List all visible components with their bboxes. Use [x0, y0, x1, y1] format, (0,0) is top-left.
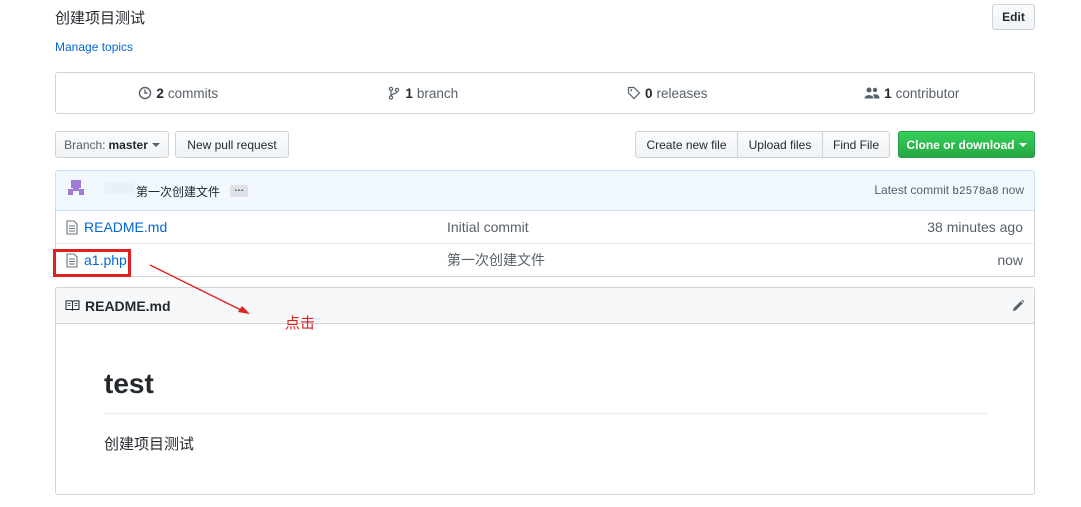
contributors-label: contributor [895, 85, 960, 101]
readme-header: README.md [56, 288, 1034, 324]
annotation-highlight-box [53, 249, 131, 277]
branches-link[interactable]: 1 branch [301, 73, 546, 113]
commits-label: commits [167, 85, 219, 101]
commit-expand-button[interactable]: … [230, 184, 248, 197]
commit-time: now [1001, 183, 1024, 197]
commit-message[interactable]: 第一次创建文件 [136, 183, 220, 200]
releases-link[interactable]: 0 releases [545, 73, 790, 113]
commit-sha-link[interactable]: b2578a8 [952, 186, 998, 198]
branch-prefix: Branch: [64, 137, 106, 152]
readme-heading: test [104, 368, 154, 399]
file-row: a1.php 第一次创建文件 now [56, 243, 1034, 276]
file-row: README.md Initial commit 38 minutes ago [56, 210, 1034, 243]
commits-link[interactable]: 2 commits [56, 73, 301, 113]
caret-down-icon [151, 142, 160, 147]
readme-body: 创建项目测试 [104, 436, 195, 453]
upload-files-button[interactable]: Upload files [737, 131, 823, 158]
file-commit-message[interactable]: Initial commit [447, 219, 529, 235]
file-age: now [997, 252, 1023, 268]
file-age: 38 minutes ago [927, 219, 1023, 235]
tag-icon [627, 86, 641, 100]
contributors-link[interactable]: 1 contributor [790, 73, 1035, 113]
history-icon [139, 86, 152, 100]
commit-author-blurred [104, 182, 134, 194]
heading-divider [104, 413, 988, 414]
file-list: README.md Initial commit 38 minutes ago … [55, 210, 1035, 277]
pencil-icon[interactable] [1010, 298, 1026, 314]
repo-description: 创建项目测试 [55, 10, 146, 27]
commits-count: 2 [156, 85, 164, 101]
edit-button[interactable]: Edit [992, 4, 1035, 30]
releases-label: releases [656, 85, 708, 101]
readme-title: README.md [85, 297, 171, 314]
clone-label: Clone or download [906, 137, 1015, 152]
clone-or-download-button[interactable]: Clone or download [898, 131, 1035, 158]
people-icon [864, 87, 880, 99]
latest-commit-bar: 第一次创建文件 … Latest commit b2578a8 now [55, 170, 1035, 211]
branches-count: 1 [405, 85, 413, 101]
repo-summary-bar: 2 commits 1 branch 0 releases 1 contribu… [55, 72, 1035, 114]
new-pull-request-button[interactable]: New pull request [175, 131, 289, 158]
latest-commit-info: Latest commit b2578a8 now [874, 183, 1024, 198]
branch-name: master [108, 137, 148, 152]
file-name-link[interactable]: README.md [84, 219, 167, 235]
manage-topics-link[interactable]: Manage topics [55, 40, 133, 54]
file-icon [66, 220, 78, 235]
annotation-label: 点击 [285, 315, 316, 332]
branch-select-button[interactable]: Branch: master [55, 131, 169, 158]
find-file-button[interactable]: Find File [822, 131, 890, 158]
avatar[interactable] [68, 179, 84, 195]
caret-down-icon [1018, 142, 1027, 147]
branches-label: branch [416, 85, 459, 101]
branch-icon [389, 86, 400, 100]
contributors-count: 1 [884, 85, 892, 101]
releases-count: 0 [644, 85, 653, 101]
book-icon [65, 300, 80, 311]
file-commit-message[interactable]: 第一次创建文件 [447, 250, 545, 270]
create-new-file-button[interactable]: Create new file [635, 131, 738, 158]
latest-commit-label: Latest commit [874, 183, 950, 197]
readme-panel: README.md test 创建项目测试 [55, 287, 1035, 495]
